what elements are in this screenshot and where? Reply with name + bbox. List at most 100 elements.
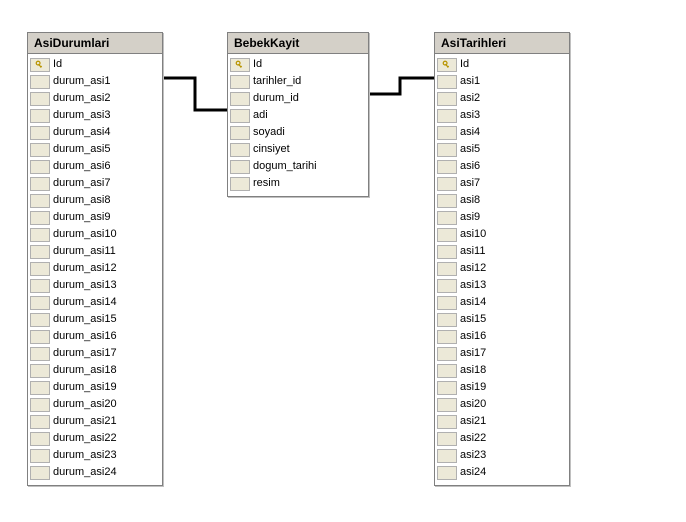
field-row[interactable]: asi8 bbox=[437, 192, 567, 209]
field-name-label: durum_asi1 bbox=[53, 73, 110, 90]
table-title: AsiDurumlari bbox=[34, 36, 109, 50]
key-indicator-cell bbox=[30, 347, 50, 361]
field-row[interactable]: asi3 bbox=[437, 107, 567, 124]
field-row[interactable]: durum_asi18 bbox=[30, 362, 160, 379]
field-row[interactable]: durum_asi2 bbox=[30, 90, 160, 107]
key-indicator-cell bbox=[230, 143, 250, 157]
field-row[interactable]: asi11 bbox=[437, 243, 567, 260]
field-row[interactable]: dogum_tarihi bbox=[230, 158, 366, 175]
key-indicator-cell bbox=[30, 262, 50, 276]
table-header[interactable]: AsiDurumlari bbox=[28, 33, 162, 54]
field-row[interactable]: asi21 bbox=[437, 413, 567, 430]
field-name-label: durum_asi11 bbox=[53, 243, 116, 260]
field-row[interactable]: cinsiyet bbox=[230, 141, 366, 158]
key-indicator-cell bbox=[437, 347, 457, 361]
field-row[interactable]: durum_asi11 bbox=[30, 243, 160, 260]
field-name-label: durum_asi16 bbox=[53, 328, 117, 345]
field-row[interactable]: asi4 bbox=[437, 124, 567, 141]
field-name-label: asi15 bbox=[460, 311, 486, 328]
field-row[interactable]: durum_asi23 bbox=[30, 447, 160, 464]
field-row[interactable]: asi1 bbox=[437, 73, 567, 90]
field-name-label: durum_asi9 bbox=[53, 209, 110, 226]
field-row[interactable]: durum_asi14 bbox=[30, 294, 160, 311]
field-row[interactable]: asi17 bbox=[437, 345, 567, 362]
field-row[interactable]: durum_asi16 bbox=[30, 328, 160, 345]
field-row[interactable]: durum_asi1 bbox=[30, 73, 160, 90]
field-row[interactable]: durum_asi5 bbox=[30, 141, 160, 158]
field-row[interactable]: tarihler_id bbox=[230, 73, 366, 90]
field-row[interactable]: asi15 bbox=[437, 311, 567, 328]
field-row[interactable]: durum_asi9 bbox=[30, 209, 160, 226]
field-row[interactable]: Id bbox=[30, 56, 160, 73]
key-indicator-cell bbox=[30, 92, 50, 106]
table-asitarihleri[interactable]: AsiTarihleri Idasi1asi2asi3asi4asi5asi6a… bbox=[434, 32, 570, 486]
field-name-label: durum_asi13 bbox=[53, 277, 117, 294]
field-row[interactable]: adi bbox=[230, 107, 366, 124]
key-indicator-cell bbox=[30, 75, 50, 89]
field-row[interactable]: durum_asi12 bbox=[30, 260, 160, 277]
key-indicator-cell bbox=[437, 245, 457, 259]
field-row[interactable]: asi23 bbox=[437, 447, 567, 464]
field-row[interactable]: asi18 bbox=[437, 362, 567, 379]
field-name-label: asi6 bbox=[460, 158, 480, 175]
field-row[interactable]: durum_asi7 bbox=[30, 175, 160, 192]
field-name-label: durum_asi12 bbox=[53, 260, 117, 277]
table-bebekkayit[interactable]: BebekKayit Idtarihler_iddurum_idadisoyad… bbox=[227, 32, 369, 197]
field-row[interactable]: asi14 bbox=[437, 294, 567, 311]
field-row[interactable]: asi19 bbox=[437, 379, 567, 396]
field-row[interactable]: durum_asi10 bbox=[30, 226, 160, 243]
key-indicator-cell bbox=[30, 313, 50, 327]
primary-key-icon bbox=[442, 60, 452, 70]
field-row[interactable]: durum_asi19 bbox=[30, 379, 160, 396]
key-indicator-cell bbox=[437, 449, 457, 463]
field-name-label: durum_asi18 bbox=[53, 362, 117, 379]
field-row[interactable]: asi5 bbox=[437, 141, 567, 158]
key-indicator-cell bbox=[437, 126, 457, 140]
field-name-label: asi4 bbox=[460, 124, 480, 141]
table-header[interactable]: BebekKayit bbox=[228, 33, 368, 54]
field-row[interactable]: asi7 bbox=[437, 175, 567, 192]
field-row[interactable]: durum_asi4 bbox=[30, 124, 160, 141]
field-row[interactable]: durum_asi24 bbox=[30, 464, 160, 481]
field-row[interactable]: durum_id bbox=[230, 90, 366, 107]
field-name-label: asi19 bbox=[460, 379, 486, 396]
field-row[interactable]: asi20 bbox=[437, 396, 567, 413]
field-row[interactable]: durum_asi21 bbox=[30, 413, 160, 430]
key-indicator-cell bbox=[30, 160, 50, 174]
field-row[interactable]: durum_asi15 bbox=[30, 311, 160, 328]
field-row[interactable]: asi6 bbox=[437, 158, 567, 175]
key-indicator-cell bbox=[230, 58, 250, 72]
field-name-label: durum_asi5 bbox=[53, 141, 110, 158]
field-row[interactable]: durum_asi22 bbox=[30, 430, 160, 447]
table-asidurumlari[interactable]: AsiDurumlari Iddurum_asi1durum_asi2durum… bbox=[27, 32, 163, 486]
field-row[interactable]: asi13 bbox=[437, 277, 567, 294]
field-row[interactable]: asi22 bbox=[437, 430, 567, 447]
table-header[interactable]: AsiTarihleri bbox=[435, 33, 569, 54]
field-row[interactable]: soyadi bbox=[230, 124, 366, 141]
field-row[interactable]: asi24 bbox=[437, 464, 567, 481]
field-row[interactable]: durum_asi17 bbox=[30, 345, 160, 362]
field-row[interactable]: durum_asi13 bbox=[30, 277, 160, 294]
field-row[interactable]: durum_asi6 bbox=[30, 158, 160, 175]
key-indicator-cell bbox=[437, 364, 457, 378]
field-row[interactable]: Id bbox=[230, 56, 366, 73]
field-row[interactable]: asi10 bbox=[437, 226, 567, 243]
field-row[interactable]: durum_asi8 bbox=[30, 192, 160, 209]
field-row[interactable]: resim bbox=[230, 175, 366, 192]
field-row[interactable]: asi12 bbox=[437, 260, 567, 277]
field-row[interactable]: Id bbox=[437, 56, 567, 73]
key-indicator-cell bbox=[230, 160, 250, 174]
field-name-label: cinsiyet bbox=[253, 141, 290, 158]
key-indicator-cell bbox=[230, 177, 250, 191]
key-indicator-cell bbox=[30, 194, 50, 208]
field-row[interactable]: asi9 bbox=[437, 209, 567, 226]
field-name-label: durum_asi8 bbox=[53, 192, 110, 209]
field-name-label: durum_asi3 bbox=[53, 107, 110, 124]
key-indicator-cell bbox=[30, 228, 50, 242]
field-row[interactable]: durum_asi3 bbox=[30, 107, 160, 124]
field-row[interactable]: asi16 bbox=[437, 328, 567, 345]
field-row[interactable]: asi2 bbox=[437, 90, 567, 107]
field-row[interactable]: durum_asi20 bbox=[30, 396, 160, 413]
field-name-label: durum_asi10 bbox=[53, 226, 117, 243]
key-indicator-cell bbox=[437, 228, 457, 242]
